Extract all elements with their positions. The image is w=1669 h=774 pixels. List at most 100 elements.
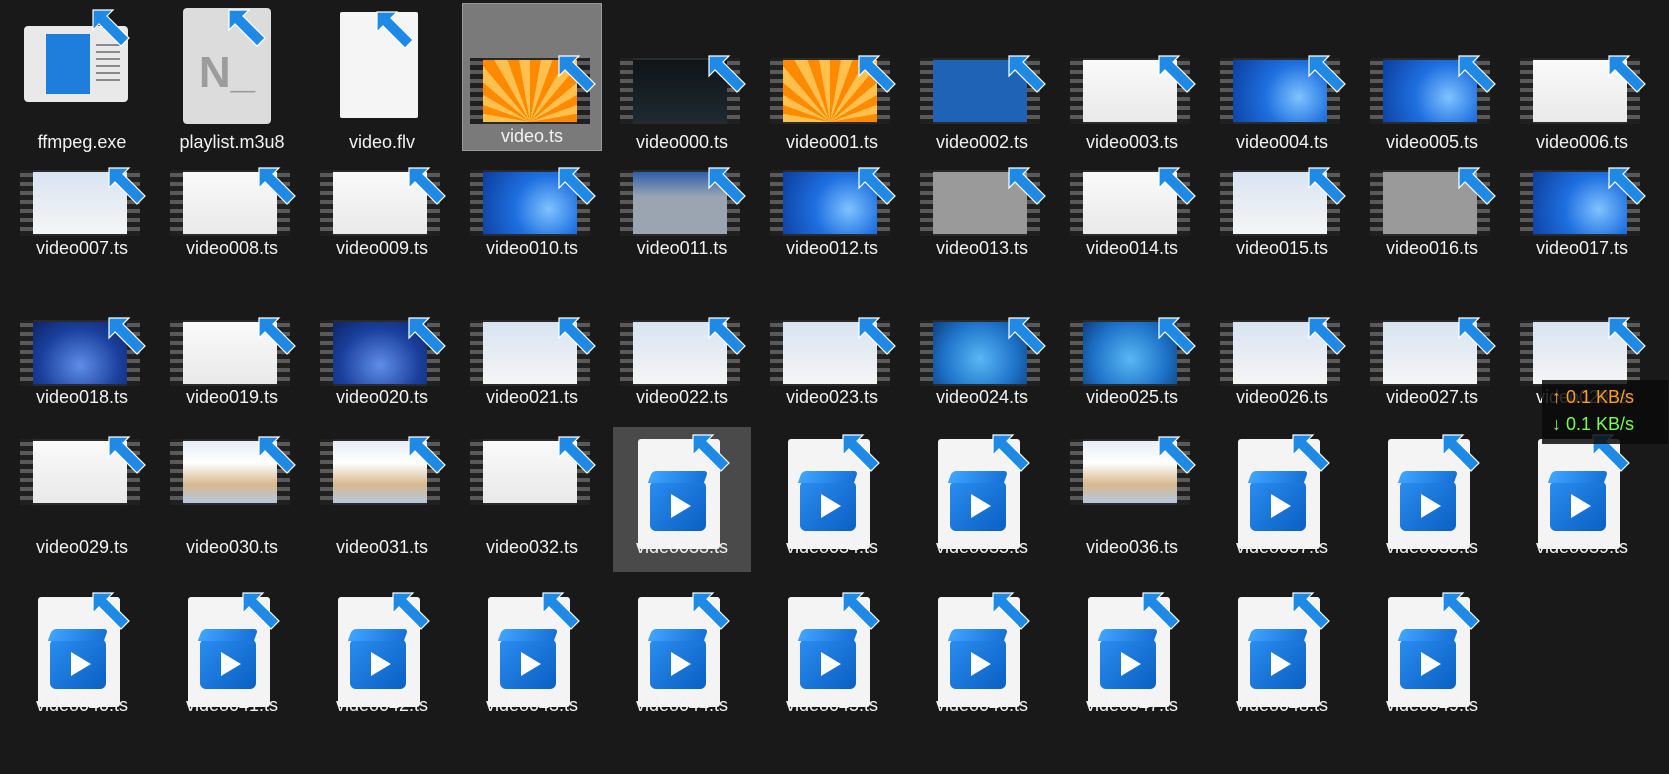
file-name-label: video008.ts xyxy=(185,238,279,258)
file-item[interactable]: video003.ts xyxy=(1063,0,1201,158)
shortcut-arrow-icon xyxy=(408,317,446,355)
shortcut-arrow-icon xyxy=(558,167,596,205)
shortcut-arrow-icon xyxy=(858,317,896,355)
file-item[interactable]: video006.ts xyxy=(1513,0,1651,158)
file-item[interactable]: video034.ts xyxy=(763,427,901,572)
file-name-label: video046.ts xyxy=(935,695,1029,715)
file-item[interactable]: video000.ts xyxy=(613,0,751,158)
file-item[interactable]: video046.ts xyxy=(913,585,1051,721)
shortcut-arrow-icon xyxy=(858,167,896,205)
shortcut-arrow-icon xyxy=(1008,317,1046,355)
file-name-label: video005.ts xyxy=(1385,132,1479,152)
shortcut-arrow-icon xyxy=(1458,167,1496,205)
file-name-label: video026.ts xyxy=(1235,387,1329,407)
file-item[interactable]: video014.ts xyxy=(1063,155,1201,264)
file-name-label: video039.ts xyxy=(1535,537,1629,557)
file-item[interactable]: video015.ts xyxy=(1213,155,1351,264)
file-item[interactable]: video031.ts xyxy=(313,427,451,572)
file-name-label: video048.ts xyxy=(1235,695,1329,715)
file-item[interactable]: video036.ts xyxy=(1063,427,1201,572)
shortcut-arrow-icon xyxy=(1008,55,1046,93)
file-item[interactable]: video002.ts xyxy=(913,0,1051,158)
file-item[interactable]: video024.ts xyxy=(913,305,1051,413)
file-item[interactable]: video.ts xyxy=(462,3,602,151)
file-item[interactable]: video022.ts xyxy=(613,305,751,413)
file-name-label: video041.ts xyxy=(185,695,279,715)
file-item[interactable]: video033.ts xyxy=(613,427,751,572)
shortcut-arrow-icon xyxy=(692,592,730,630)
file-item[interactable]: video010.ts xyxy=(463,155,601,264)
file-name-label: video040.ts xyxy=(35,695,129,715)
shortcut-arrow-icon xyxy=(392,592,430,630)
file-name-label: video.flv xyxy=(348,132,416,152)
file-item[interactable]: video020.ts xyxy=(313,305,451,413)
file-item[interactable]: video040.ts xyxy=(13,585,151,721)
file-item[interactable]: video041.ts xyxy=(163,585,301,721)
shortcut-arrow-icon xyxy=(1442,592,1480,630)
file-name-label: video023.ts xyxy=(785,387,879,407)
file-name-label: video009.ts xyxy=(335,238,429,258)
file-item[interactable]: video009.ts xyxy=(313,155,451,264)
shortcut-arrow-icon xyxy=(92,592,130,630)
shortcut-arrow-icon xyxy=(542,592,580,630)
file-name-label: video038.ts xyxy=(1385,537,1479,557)
file-item[interactable]: video042.ts xyxy=(313,585,451,721)
file-name-label: video010.ts xyxy=(485,238,579,258)
file-item[interactable]: video005.ts xyxy=(1363,0,1501,158)
file-item[interactable]: video026.ts xyxy=(1213,305,1351,413)
file-item[interactable]: ffmpeg.exe xyxy=(13,0,151,158)
file-name-label: video015.ts xyxy=(1235,238,1329,258)
file-item[interactable]: video039.ts xyxy=(1513,427,1651,572)
file-item[interactable]: video045.ts xyxy=(763,585,901,721)
file-item[interactable]: video048.ts xyxy=(1213,585,1351,721)
shortcut-arrow-icon xyxy=(376,11,414,49)
shortcut-arrow-icon xyxy=(1608,317,1646,355)
file-item[interactable]: video008.ts xyxy=(163,155,301,264)
file-item[interactable]: video049.ts xyxy=(1363,585,1501,721)
file-item[interactable]: video043.ts xyxy=(463,585,601,721)
file-item[interactable]: video038.ts xyxy=(1363,427,1501,572)
file-item[interactable]: video030.ts xyxy=(163,427,301,572)
file-item[interactable]: video017.ts xyxy=(1513,155,1651,264)
file-name-label: video034.ts xyxy=(785,537,879,557)
file-item[interactable]: video032.ts xyxy=(463,427,601,572)
file-item[interactable]: video.flv xyxy=(313,0,451,158)
file-item[interactable]: video004.ts xyxy=(1213,0,1351,158)
shortcut-arrow-icon xyxy=(1158,55,1196,93)
file-name-label: playlist.m3u8 xyxy=(179,132,285,152)
file-name-label: ffmpeg.exe xyxy=(37,132,127,152)
file-item[interactable]: video025.ts xyxy=(1063,305,1201,413)
shortcut-arrow-icon xyxy=(1308,167,1346,205)
file-name-label: video021.ts xyxy=(485,387,579,407)
file-item[interactable]: video035.ts xyxy=(913,427,1051,572)
file-item[interactable]: video018.ts xyxy=(13,305,151,413)
file-item[interactable]: video016.ts xyxy=(1363,155,1501,264)
file-item[interactable]: video021.ts xyxy=(463,305,601,413)
file-item[interactable]: video029.ts xyxy=(13,427,151,572)
file-item[interactable]: video001.ts xyxy=(763,0,901,158)
file-item[interactable]: video007.ts xyxy=(13,155,151,264)
shortcut-arrow-icon xyxy=(1158,167,1196,205)
shortcut-arrow-icon xyxy=(1158,317,1196,355)
file-item[interactable]: video012.ts xyxy=(763,155,901,264)
file-item[interactable]: video019.ts xyxy=(163,305,301,413)
shortcut-arrow-icon xyxy=(1158,436,1196,474)
file-item[interactable]: video044.ts xyxy=(613,585,751,721)
file-item[interactable]: video011.ts xyxy=(613,155,751,264)
file-item[interactable]: video013.ts xyxy=(913,155,1051,264)
upload-speed: ↑ 0.1 KB/s xyxy=(1552,387,1635,407)
shortcut-arrow-icon xyxy=(1458,55,1496,93)
file-item[interactable]: video037.ts xyxy=(1213,427,1351,572)
file-name-label: video029.ts xyxy=(35,537,129,557)
file-name-label: video020.ts xyxy=(335,387,429,407)
file-item[interactable]: video027.ts xyxy=(1363,305,1501,413)
file-item[interactable]: video047.ts xyxy=(1063,585,1201,721)
file-item[interactable]: video023.ts xyxy=(763,305,901,413)
shortcut-arrow-icon xyxy=(1142,592,1180,630)
file-name-label: video004.ts xyxy=(1235,132,1329,152)
shortcut-arrow-icon xyxy=(408,436,446,474)
file-name-label: video030.ts xyxy=(185,537,279,557)
file-name-label: video002.ts xyxy=(935,132,1029,152)
file-name-label: video037.ts xyxy=(1235,537,1329,557)
file-item[interactable]: N_ playlist.m3u8 xyxy=(163,0,301,158)
